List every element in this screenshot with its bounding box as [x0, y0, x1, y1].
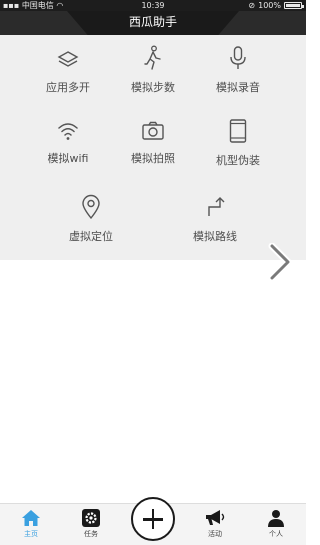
walking-icon: [144, 45, 161, 70]
location-pin-icon: [82, 194, 100, 220]
feature-record-simulate[interactable]: 模拟录音: [187, 45, 289, 95]
feature-label: 机型伪装: [216, 154, 260, 167]
gear-icon: [82, 509, 100, 527]
next-page-arrow[interactable]: [268, 242, 292, 285]
chevron-right-icon: [268, 242, 292, 282]
tab-profile[interactable]: 个人: [251, 504, 301, 539]
wifi-icon: [58, 123, 78, 140]
battery-icon: [284, 2, 304, 9]
feature-label: 模拟路线: [193, 230, 237, 243]
layers-icon: [57, 51, 79, 67]
microphone-icon: [230, 46, 246, 69]
feature-device-disguise[interactable]: 机型伪装: [187, 118, 289, 168]
megaphone-icon: [206, 510, 225, 525]
tab-activity[interactable]: 活动: [190, 504, 240, 539]
feature-label: 模拟录音: [216, 81, 260, 94]
page-title: 西瓜助手: [128, 15, 177, 29]
battery-status: ⊘ 100%: [248, 0, 304, 11]
feature-panel: 应用多开 模拟步数 模拟录音 模拟wifi 模拟拍照 机型伪装 虚拟定位 模拟路…: [0, 35, 306, 260]
feature-route-simulate[interactable]: 模拟路线: [164, 194, 266, 244]
phone-icon: [229, 119, 247, 143]
title-bar: 西瓜助手: [0, 11, 306, 35]
home-icon: [22, 510, 40, 526]
person-icon: [268, 510, 284, 527]
feature-label: 虚拟定位: [69, 230, 113, 243]
alarm-icon: ⊘: [248, 1, 256, 10]
add-button[interactable]: [131, 497, 175, 541]
camera-icon: [142, 121, 164, 140]
tab-tasks[interactable]: 任务: [66, 504, 116, 539]
status-bar: ▪▪▪ 中国电信 ◠ 10:39 ⊘ 100%: [0, 0, 306, 11]
battery-percent: 100%: [258, 1, 281, 10]
tab-home[interactable]: 主页: [6, 504, 56, 539]
route-arrow-icon: [208, 197, 225, 216]
feature-virtual-location[interactable]: 虚拟定位: [40, 194, 142, 244]
